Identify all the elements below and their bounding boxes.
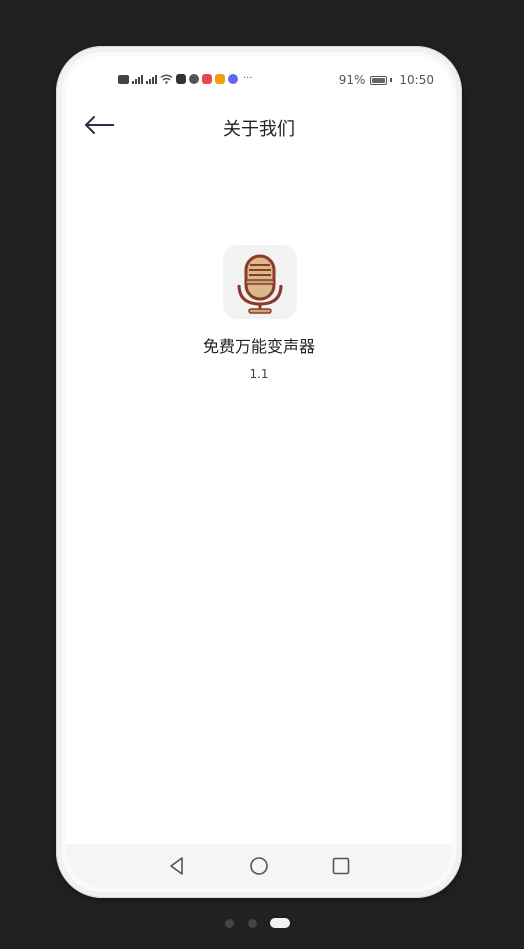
square-recents-icon [332,857,350,875]
circle-home-icon [250,857,268,875]
triangle-back-icon [170,857,183,875]
status-right: 91% 10:50 [339,73,434,87]
app-notification-icon [202,74,212,84]
app-logo [223,245,297,319]
page-dot[interactable] [225,919,234,928]
app-notification-icon [176,74,186,84]
app-notification-icon [189,74,199,84]
microphone-icon [237,254,283,314]
nav-home-button[interactable] [247,854,271,878]
phone-screen: ··· 91% 10:50 关于我们 免费万能变声器 1.1 [66,56,452,888]
more-notifications-icon: ··· [243,73,253,84]
nav-recents-button[interactable] [329,854,353,878]
battery-percent: 91% [338,73,366,87]
clock: 10:50 [399,73,434,87]
page-dot-active[interactable] [270,918,290,928]
page-title: 关于我们 [223,119,295,140]
app-notification-icon [215,74,225,84]
signal-icon [146,74,157,84]
title-bar: 关于我们 [66,112,452,142]
app-name: 免费万能变声器 [202,337,315,356]
battery-tip [390,78,393,82]
status-icons: ··· [118,74,253,84]
page-dot[interactable] [248,919,257,928]
battery-icon [370,75,388,85]
hd-icon [118,74,129,84]
wifi-icon [160,74,173,84]
navigation-bar [66,844,452,888]
nav-back-button[interactable] [165,854,189,878]
status-bar: ··· 91% 10:50 [66,71,452,93]
signal-icon [132,74,143,84]
app-notification-icon [228,74,238,84]
app-version: 1.1 [249,367,269,381]
